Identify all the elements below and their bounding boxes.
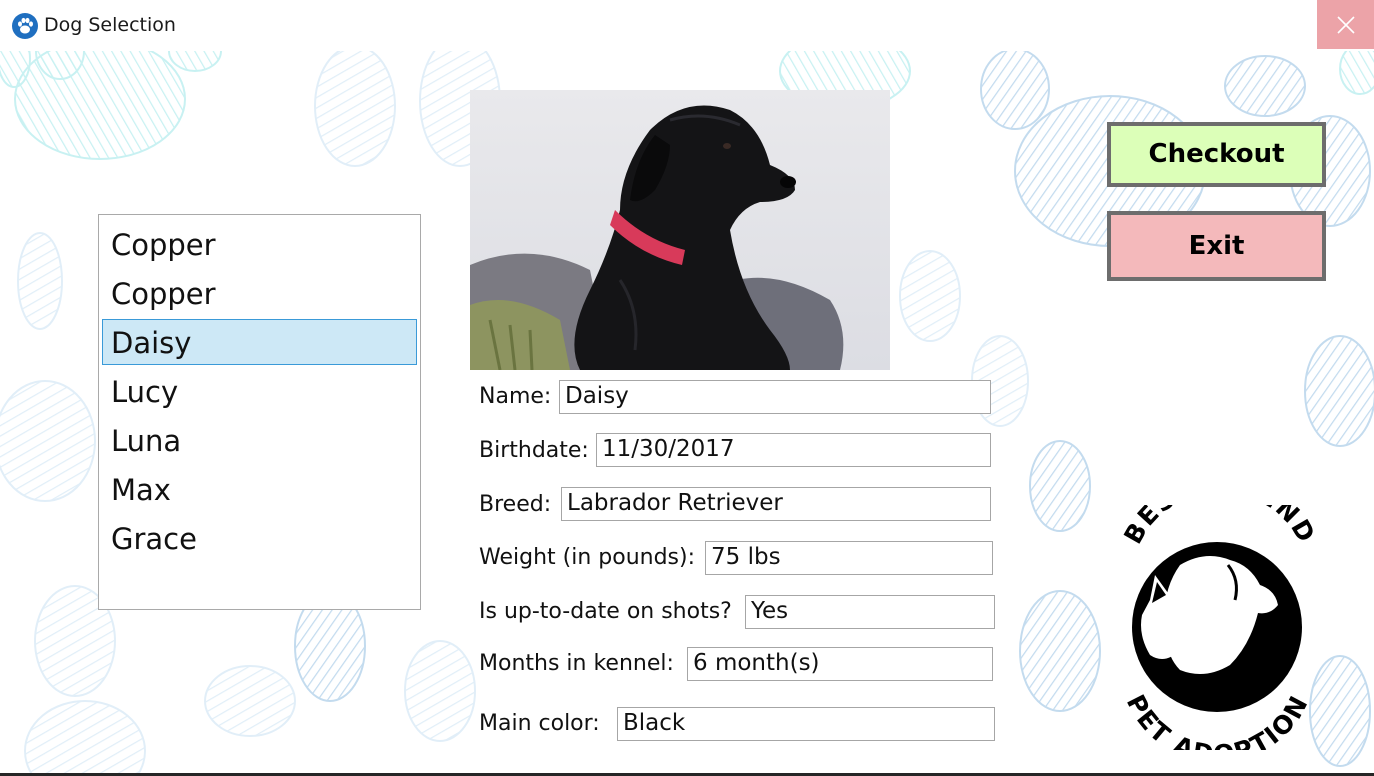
list-item[interactable]: Copper [102, 270, 417, 316]
kennel-field[interactable]: 6 month(s) [687, 647, 993, 681]
best-friend-pet-adoption-logo: BEST FRIEND PET ADOPTION [1118, 505, 1320, 750]
checkout-button[interactable]: Checkout [1107, 122, 1326, 187]
birthdate-label: Birthdate: [479, 438, 589, 463]
name-field[interactable]: Daisy [559, 380, 991, 414]
weight-label: Weight (in pounds): [479, 545, 696, 570]
list-item[interactable]: Copper [102, 221, 417, 267]
close-icon [1337, 16, 1355, 34]
exit-button[interactable]: Exit [1107, 211, 1326, 281]
weight-field[interactable]: 75 lbs [705, 541, 993, 575]
list-item-selected[interactable]: Daisy [102, 319, 417, 365]
paw-icon [12, 13, 38, 39]
breed-field[interactable]: Labrador Retriever [561, 487, 991, 521]
name-label: Name: [479, 384, 552, 409]
list-item[interactable]: Luna [102, 417, 417, 463]
list-item[interactable]: Max [102, 466, 417, 512]
title-bar: Dog Selection [0, 0, 1374, 51]
breed-label: Breed: [479, 492, 552, 517]
close-button[interactable] [1317, 0, 1374, 49]
birthdate-field[interactable]: 11/30/2017 [596, 433, 991, 467]
dog-photo [470, 90, 890, 370]
window-title: Dog Selection [44, 14, 176, 36]
dog-listbox[interactable]: Copper Copper Daisy Lucy Luna Max Grace [98, 214, 421, 610]
list-item[interactable]: Grace [102, 515, 417, 561]
shots-label: Is up-to-date on shots? [479, 599, 732, 624]
shots-field[interactable]: Yes [745, 595, 995, 629]
list-item[interactable]: Lucy [102, 368, 417, 414]
kennel-label: Months in kennel: [479, 651, 674, 676]
color-label: Main color: [479, 711, 600, 736]
color-field[interactable]: Black [617, 707, 995, 741]
